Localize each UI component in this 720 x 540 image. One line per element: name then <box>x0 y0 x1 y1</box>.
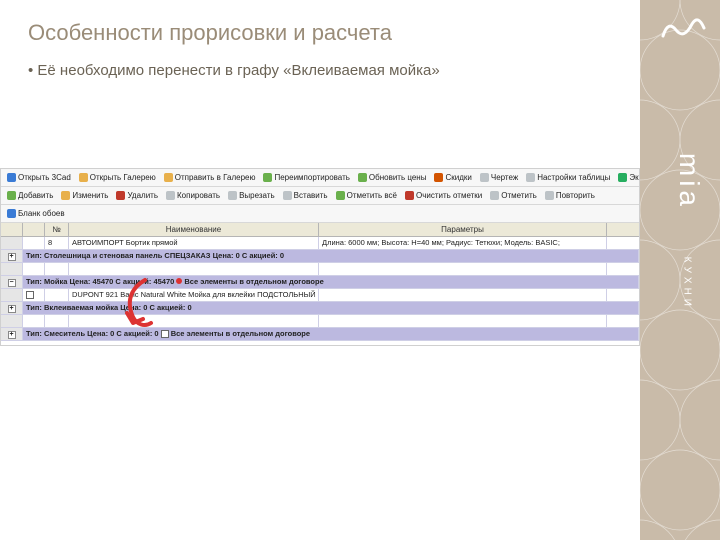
toolbar-edit: Добавить Изменить Удалить Копировать Выр… <box>1 187 639 205</box>
expand-icon[interactable]: + <box>8 253 16 261</box>
open-gallery-button[interactable]: Открыть Галерею <box>77 172 158 183</box>
add-label: Добавить <box>18 191 53 200</box>
repeat-button[interactable]: Повторить <box>543 190 597 201</box>
send-gallery-button[interactable]: Отправить в Галерею <box>162 172 258 183</box>
send-gallery-label: Отправить в Галерею <box>175 173 256 182</box>
discounts-label: Скидки <box>445 173 471 182</box>
expand-icon[interactable]: + <box>8 331 16 339</box>
table-row[interactable] <box>1 263 639 276</box>
table-settings-button[interactable]: Настройки таблицы <box>524 172 612 183</box>
delete-label: Удалить <box>127 191 158 200</box>
edit-label: Изменить <box>72 191 108 200</box>
cut-button[interactable]: Вырезать <box>226 190 277 201</box>
slide-bullet: Её необходимо перенести в графу «Вклеива… <box>28 62 440 79</box>
slide-title: Особенности прорисовки и расчета <box>28 20 392 46</box>
row-index: 8 <box>45 237 69 249</box>
toolbar-main: Открыть 3Cad Открыть Галерею Отправить в… <box>1 169 639 187</box>
refresh-prices-button[interactable]: Обновить цены <box>356 172 429 183</box>
clear-marks-label: Очистить отметки <box>416 191 482 200</box>
open-gallery-label: Открыть Галерею <box>90 173 156 182</box>
repeat-label: Повторить <box>556 191 595 200</box>
group-glued-label: Тип: Вклеиваемая мойка Цена: 0 С акцией:… <box>23 302 639 314</box>
copy-button[interactable]: Копировать <box>164 190 222 201</box>
mark-label: Отметить <box>501 191 537 200</box>
add-button[interactable]: Добавить <box>5 190 55 201</box>
collapse-icon[interactable]: − <box>8 279 16 287</box>
paste-label: Вставить <box>294 191 328 200</box>
checkbox[interactable] <box>161 330 169 338</box>
table-settings-label: Настройки таблицы <box>537 173 610 182</box>
copy-label: Копировать <box>177 191 220 200</box>
expand-icon[interactable]: + <box>8 305 16 313</box>
select-all-button[interactable]: Отметить всё <box>334 190 399 201</box>
header-num[interactable]: № <box>45 223 69 236</box>
marker-icon <box>176 278 182 284</box>
open-3cad-button[interactable]: Открыть 3Cad <box>5 172 73 183</box>
header-expand <box>1 223 23 236</box>
toolbar-extra: Бланк обоев <box>1 205 639 223</box>
app-window: Открыть 3Cad Открыть Галерею Отправить в… <box>0 168 640 346</box>
group-glued-sink[interactable]: + Тип: Вклеиваемая мойка Цена: 0 С акцие… <box>1 302 639 315</box>
paste-button[interactable]: Вставить <box>281 190 330 201</box>
grid-header: № Наименование Параметры <box>1 223 639 237</box>
checkbox[interactable] <box>26 291 34 299</box>
group-mixer[interactable]: + Тип: Смеситель Цена: 0 С акцией: 0 Все… <box>1 328 639 341</box>
pattern-overlay <box>640 0 720 540</box>
export-excel-button[interactable]: Экспорт в Excel <box>616 172 639 183</box>
drawing-label: Чертеж <box>491 173 518 182</box>
cut-label: Вырезать <box>239 191 275 200</box>
open-3cad-label: Открыть 3Cad <box>18 173 71 182</box>
group-worktop[interactable]: + Тип: Столешница и стеновая панель СПЕЦ… <box>1 250 639 263</box>
row-params: Длина: 6000 мм; Высота: H=40 мм; Радиус:… <box>319 237 607 249</box>
group-mixer-label: Тип: Смеситель Цена: 0 С акцией: 0 Все э… <box>23 328 639 340</box>
drawing-button[interactable]: Чертеж <box>478 172 520 183</box>
table-row[interactable]: 8 АВТОИМПОРТ Бортик прямой Длина: 6000 м… <box>1 237 639 250</box>
group-worktop-label: Тип: Столешница и стеновая панель СПЕЦЗА… <box>23 250 639 262</box>
header-blank <box>23 223 45 236</box>
row-name: DUPONT 921 Basic Natural White Мойка для… <box>69 289 319 301</box>
reimport-label: Переимпортировать <box>274 173 349 182</box>
table-row-sink[interactable]: DUPONT 921 Basic Natural White Мойка для… <box>1 289 639 302</box>
header-name[interactable]: Наименование <box>69 223 319 236</box>
refresh-prices-label: Обновить цены <box>369 173 427 182</box>
wallpaper-button[interactable]: Бланк обоев <box>5 208 67 219</box>
clear-marks-button[interactable]: Очистить отметки <box>403 190 484 201</box>
select-all-label: Отметить всё <box>347 191 397 200</box>
reimport-button[interactable]: Переимпортировать <box>261 172 351 183</box>
brand-logo-icon <box>658 10 708 44</box>
brand-sub: КУХНИ <box>681 257 692 310</box>
table-row[interactable] <box>1 315 639 328</box>
brand-sidebar: mia КУХНИ <box>640 0 720 540</box>
group-sink-label: Тип: Мойка Цена: 45470 С акцией: 45470 В… <box>23 276 639 288</box>
group-sink[interactable]: − Тип: Мойка Цена: 45470 С акцией: 45470… <box>1 276 639 289</box>
discounts-button[interactable]: Скидки <box>432 172 473 183</box>
export-excel-label: Экспорт в Excel <box>629 173 639 182</box>
edit-button[interactable]: Изменить <box>59 190 110 201</box>
delete-button[interactable]: Удалить <box>114 190 160 201</box>
mark-button[interactable]: Отметить <box>488 190 539 201</box>
row-name: АВТОИМПОРТ Бортик прямой <box>69 237 319 249</box>
brand-name: mia <box>673 153 705 210</box>
header-params[interactable]: Параметры <box>319 223 607 236</box>
wallpaper-label: Бланк обоев <box>18 209 65 218</box>
